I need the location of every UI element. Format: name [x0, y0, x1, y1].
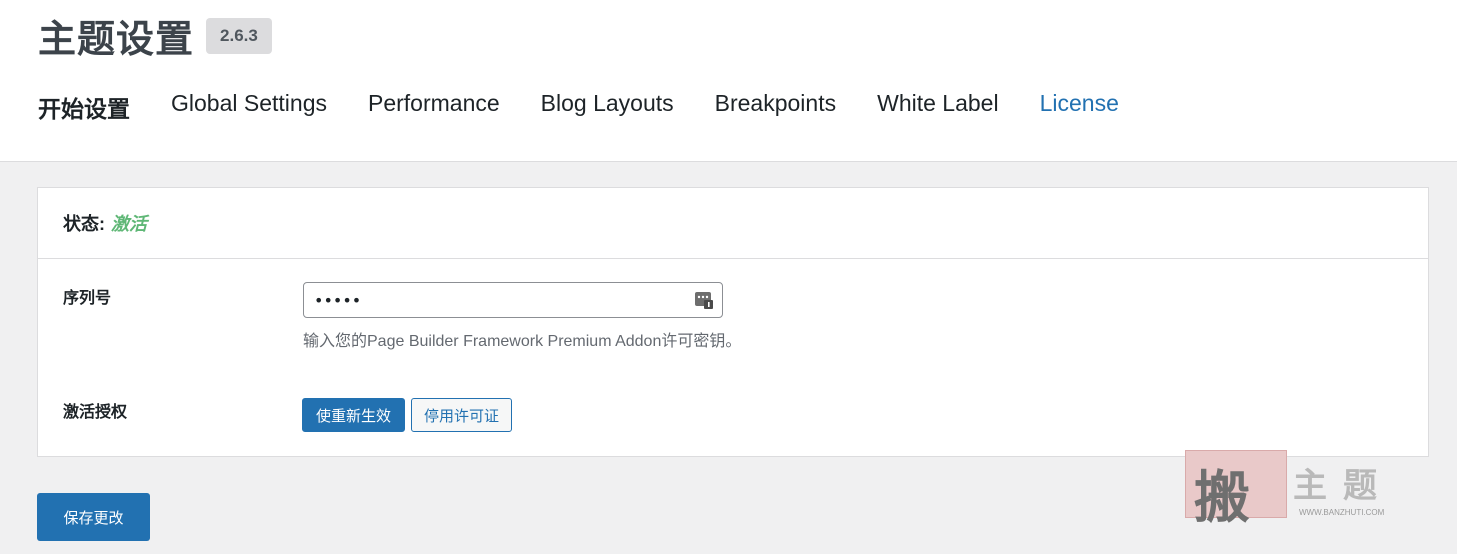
tab-performance[interactable]: Performance: [368, 90, 500, 124]
deactivate-license-button[interactable]: 停用许可证: [411, 398, 513, 432]
reactivate-button[interactable]: 使重新生效: [302, 398, 406, 432]
status-label: 状态:: [63, 214, 105, 234]
tab-breakpoints[interactable]: Breakpoints: [715, 90, 836, 124]
tab-license[interactable]: License: [1040, 90, 1119, 124]
serial-label: 序列号: [63, 290, 112, 307]
tab-blog-layouts[interactable]: Blog Layouts: [541, 90, 674, 124]
password-manager-icon[interactable]: [694, 290, 714, 310]
save-changes-button[interactable]: 保存更改: [37, 493, 150, 541]
page-title: 主题设置: [38, 19, 195, 61]
license-key-input[interactable]: [303, 282, 723, 318]
watermark-seal: 搬: [1185, 450, 1287, 531]
license-card: 状态: 激活 序列号 输入您的Page Builder Framework Pr…: [37, 187, 1429, 457]
tab-white-label[interactable]: White Label: [877, 90, 998, 124]
watermark-logo: 搬 主题 WWW.BANZHUTI.COM: [1185, 450, 1415, 531]
title-row: 主题设置 2.6.3: [38, 8, 272, 63]
status-value: 激活: [111, 214, 147, 234]
license-key-hint: 输入您的Page Builder Framework Premium Addon…: [303, 333, 742, 350]
activation-label: 激活授权: [63, 404, 128, 421]
status-row: 状态: 激活: [38, 188, 1428, 259]
watermark-text: 主题: [1293, 466, 1393, 506]
watermark-url: WWW.BANZHUTI.COM: [1299, 508, 1385, 517]
settings-tabs: 开始设置 Global Settings Performance Blog La…: [38, 90, 1160, 124]
version-badge: 2.6.3: [206, 17, 272, 54]
tab-get-started[interactable]: 开始设置: [38, 90, 130, 124]
tab-global-settings[interactable]: Global Settings: [171, 90, 327, 124]
header-area: 主题设置 2.6.3 开始设置 Global Settings Performa…: [0, 0, 1457, 162]
watermark-glyph: 搬: [1194, 465, 1250, 531]
